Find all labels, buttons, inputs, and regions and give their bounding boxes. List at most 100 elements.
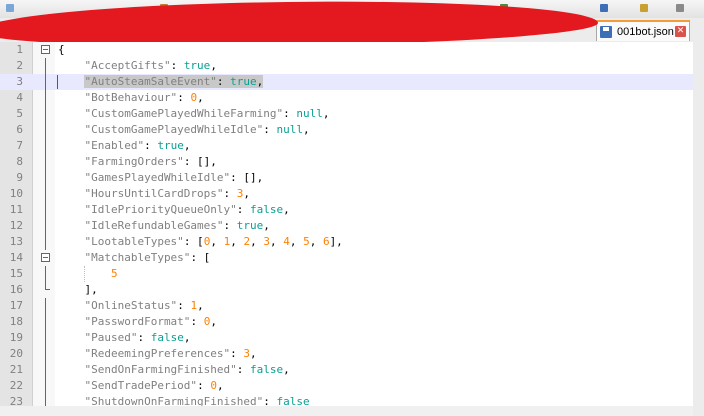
code-token: "GamesPlayedWhileIdle": [84, 171, 231, 184]
fold-guide: [45, 170, 46, 186]
line-number: 19: [9, 331, 23, 344]
code-line[interactable]: 11 "IdlePriorityQueueOnly": false,: [0, 202, 693, 218]
fold-guide: [45, 74, 46, 90]
save-icon: [600, 25, 612, 38]
fold-guide: [45, 122, 46, 138]
toolbar-icon-1[interactable]: [6, 4, 14, 12]
code-token: :: [197, 379, 211, 392]
code-line[interactable]: 12 "IdleRefundableGames": true,: [0, 218, 693, 234]
fold-guide: [45, 90, 46, 106]
code-text: "SendOnFarmingFinished": false,: [84, 362, 289, 378]
tab-001bot-json[interactable]: 001bot.json ✕: [596, 20, 690, 41]
close-icon[interactable]: ✕: [675, 26, 686, 37]
fold-guide: [45, 362, 46, 378]
code-token: false: [150, 331, 184, 344]
tab-label: 001bot.json: [617, 25, 674, 38]
code-text: "AcceptGifts": true,: [84, 58, 216, 74]
fold-end-marker: [45, 282, 50, 290]
code-token: ,: [197, 299, 204, 312]
code-token: null: [276, 123, 304, 136]
code-editor[interactable]: 1{2 "AcceptGifts": true, 3 "AutoSteamSaleEv…: [0, 42, 693, 406]
line-number: 6: [16, 123, 23, 136]
code-token: ,: [197, 91, 204, 104]
code-line[interactable]: 3 "AutoSteamSaleEvent": true,: [0, 74, 693, 90]
text-caret: [57, 75, 58, 89]
code-token: "HoursUntilCardDrops": [84, 187, 224, 200]
code-text: ],: [84, 282, 97, 298]
code-token: ,: [250, 347, 257, 360]
fold-guide: [45, 138, 46, 154]
code-line[interactable]: 23 "ShutdownOnFarmingFinished": false: [0, 394, 693, 406]
code-line[interactable]: 21 "SendOnFarmingFinished": false,: [0, 362, 693, 378]
code-token: "CustomGamePlayedWhileFarming": [84, 107, 284, 120]
fold-guide: [45, 378, 46, 394]
code-text: "HoursUntilCardDrops": 3,: [84, 186, 250, 202]
code-line[interactable]: 22 "SendTradePeriod": 0,: [0, 378, 693, 394]
code-token: ],: [329, 235, 343, 248]
code-text: "Paused": false,: [84, 330, 190, 346]
code-token: : [],: [230, 171, 264, 184]
fold-guide: [45, 106, 46, 122]
code-line[interactable]: 16],: [0, 282, 693, 298]
code-text: "ShutdownOnFarmingFinished": false: [84, 394, 309, 406]
code-token: :: [144, 139, 158, 152]
line-number: 2: [16, 59, 23, 72]
code-token: "RedeemingPreferences": [84, 347, 231, 360]
fold-guide: [45, 266, 46, 282]
code-line[interactable]: 15 5: [0, 266, 693, 282]
code-line[interactable]: 18 "PasswordFormat": 0,: [0, 314, 693, 330]
line-number: 1: [16, 43, 23, 56]
code-token: ,: [289, 235, 304, 248]
toolbar-icon-6[interactable]: [676, 4, 684, 12]
code-token: ,: [263, 219, 270, 232]
code-line[interactable]: 4 "BotBehaviour": 0,: [0, 90, 693, 106]
code-line[interactable]: 9 "GamesPlayedWhileIdle": [],: [0, 170, 693, 186]
code-line[interactable]: 10 "HoursUntilCardDrops": 3,: [0, 186, 693, 202]
fold-guide: [45, 218, 46, 234]
fold-guide: [45, 394, 46, 406]
fold-guide: [45, 202, 46, 218]
code-token: {: [58, 43, 65, 56]
code-token: ,: [210, 59, 217, 72]
code-token: ],: [84, 283, 98, 296]
code-token: 3: [263, 235, 270, 248]
code-token: 0: [210, 379, 217, 392]
toolbar-icon-4[interactable]: [600, 4, 608, 12]
code-line[interactable]: 7 "Enabled": true,: [0, 138, 693, 154]
code-text: "MatchableTypes": [: [84, 250, 210, 266]
fold-toggle-icon[interactable]: [41, 253, 50, 262]
code-token: :: [177, 299, 191, 312]
code-line[interactable]: 17 "OnlineStatus": 1,: [0, 298, 693, 314]
line-number: 16: [9, 283, 23, 296]
code-line[interactable]: 13 "LootableTypes": [0, 1, 2, 3, 4, 5, 6]…: [0, 234, 693, 250]
code-line[interactable]: 14 "MatchableTypes": [: [0, 250, 693, 266]
line-number: 7: [16, 139, 23, 152]
fold-toggle-icon[interactable]: [41, 45, 50, 54]
code-line[interactable]: 19 "Paused": false,: [0, 330, 693, 346]
code-token: : [: [190, 251, 211, 264]
code-text: "AutoSteamSaleEvent": true,: [84, 74, 264, 90]
code-line[interactable]: 2 "AcceptGifts": true,: [0, 58, 693, 74]
code-token: "PasswordFormat": [84, 315, 191, 328]
toolbar-icon-5[interactable]: [640, 4, 648, 12]
code-text: "PasswordFormat": 0,: [84, 314, 216, 330]
indent-guide: [84, 266, 86, 282]
code-line[interactable]: 8 "FarmingOrders": [],: [0, 154, 693, 170]
code-line[interactable]: 20 "RedeemingPreferences": 3,: [0, 346, 693, 362]
code-token: ,: [230, 235, 244, 248]
code-token: ,: [243, 187, 251, 200]
code-line[interactable]: 6 "CustomGamePlayedWhileIdle": null,: [0, 122, 693, 138]
code-line[interactable]: 5 "CustomGamePlayedWhileFarming": null,: [0, 106, 693, 122]
line-number: 4: [16, 91, 23, 104]
line-number: 23: [9, 395, 23, 406]
code-text: "LootableTypes": [0, 1, 2, 3, 4, 5, 6],: [84, 234, 342, 250]
code-token: true: [157, 139, 184, 152]
code-token: ,: [309, 235, 323, 248]
line-number: 10: [9, 187, 23, 200]
code-line[interactable]: 1{: [0, 42, 693, 58]
code-token: ,: [210, 315, 217, 328]
code-token: "SendTradePeriod": [84, 379, 198, 392]
fold-guide: [45, 234, 46, 250]
editor-window: 001bot.json ✕ 1{2 "AcceptGifts": true, 3 "A…: [0, 0, 704, 416]
code-token: 6: [322, 235, 330, 248]
